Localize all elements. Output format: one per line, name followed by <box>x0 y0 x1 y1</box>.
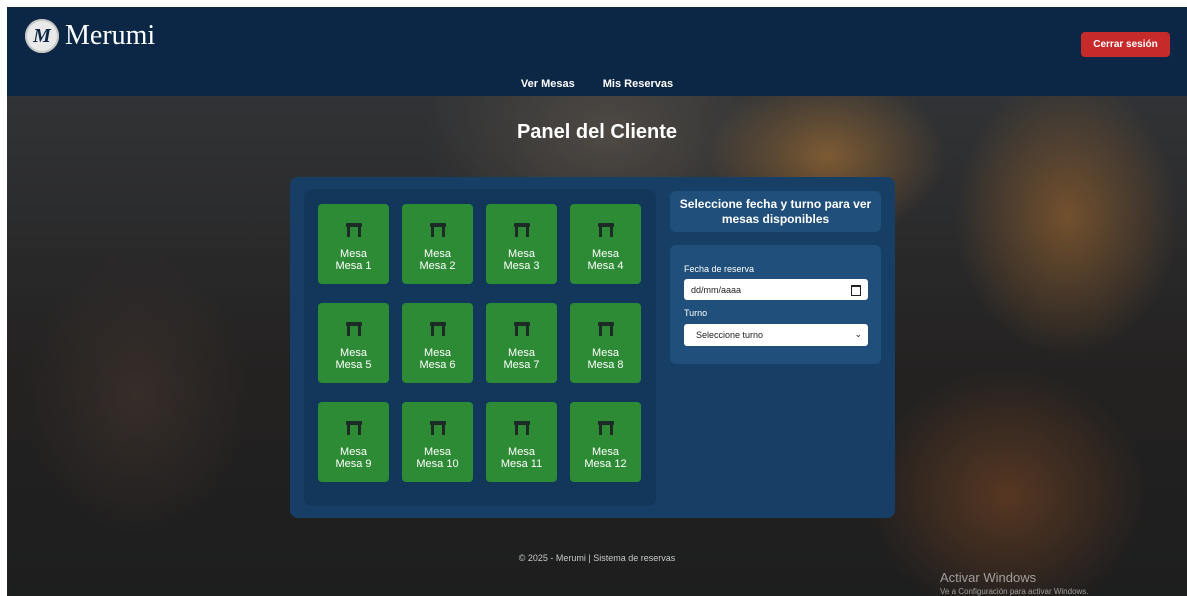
table-type: Mesa <box>340 446 367 458</box>
main-nav: Ver Mesas Mis Reservas <box>7 78 1187 90</box>
table-name: Mesa 9 <box>335 458 372 470</box>
date-placeholder: dd/mm/aaaa <box>691 284 742 295</box>
table-card[interactable]: Mesa Mesa 6 <box>402 303 473 383</box>
table-card[interactable]: Mesa Mesa 4 <box>570 204 641 284</box>
table-type: Mesa <box>592 446 619 458</box>
table-card[interactable]: Mesa Mesa 9 <box>318 402 389 482</box>
date-input[interactable]: dd/mm/aaaa <box>684 279 868 300</box>
table-type: Mesa <box>508 446 535 458</box>
table-name: Mesa 12 <box>584 458 627 470</box>
table-name: Mesa 5 <box>335 359 372 371</box>
table-card[interactable]: Mesa Mesa 1 <box>318 204 389 284</box>
watermark-subtitle: Ve a Configuración para activar Windows. <box>940 587 1089 596</box>
table-type: Mesa <box>508 248 535 260</box>
table-name: Mesa 6 <box>419 359 456 371</box>
table-card[interactable]: Mesa Mesa 12 <box>570 402 641 482</box>
table-chair-icon <box>597 223 614 237</box>
instructions-heading: Seleccione fecha y turno para ver mesas … <box>670 191 881 232</box>
turn-label: Turno <box>684 308 708 318</box>
table-type: Mesa <box>424 347 451 359</box>
table-type: Mesa <box>424 248 451 260</box>
chevron-down-icon: ⌄ <box>854 329 862 339</box>
brand-logo[interactable]: M Merumi <box>25 19 155 53</box>
date-label: Fecha de reserva <box>684 264 755 274</box>
table-type: Mesa <box>340 347 367 359</box>
table-chair-icon <box>429 223 446 237</box>
table-card[interactable]: Mesa Mesa 8 <box>570 303 641 383</box>
table-chair-icon <box>513 223 530 237</box>
table-name: Mesa 2 <box>419 260 456 272</box>
table-chair-icon <box>513 421 530 435</box>
tables-grid: Mesa Mesa 1 Mesa Mesa 2 Mesa Mesa 3 Mesa Mesa 4… <box>304 189 656 506</box>
logo-icon: M <box>25 19 59 53</box>
brand-name: Merumi <box>65 20 156 51</box>
table-chair-icon <box>345 223 362 237</box>
table-card[interactable]: Mesa Mesa 7 <box>486 303 557 383</box>
nav-mis-reservas[interactable]: Mis Reservas <box>603 78 673 90</box>
table-chair-icon <box>429 421 446 435</box>
windows-activation-watermark: Activar Windows Ve a Configuración para … <box>940 570 1089 596</box>
table-type: Mesa <box>508 347 535 359</box>
calendar-icon[interactable] <box>851 285 861 296</box>
table-name: Mesa 11 <box>500 458 543 470</box>
table-name: Mesa 10 <box>416 458 459 470</box>
table-card[interactable]: Mesa Mesa 5 <box>318 303 389 383</box>
table-name: Mesa 3 <box>503 260 540 272</box>
page-title: Panel del Cliente <box>516 121 678 143</box>
table-card[interactable]: Mesa Mesa 3 <box>486 204 557 284</box>
table-name: Mesa 1 <box>335 260 372 272</box>
table-name: Mesa 4 <box>587 260 624 272</box>
footer-text: © 2025 - Merumi | Sistema de reservas <box>518 553 676 563</box>
nav-ver-mesas[interactable]: Ver Mesas <box>521 78 575 90</box>
table-name: Mesa 7 <box>503 359 540 371</box>
table-chair-icon <box>597 421 614 435</box>
table-name: Mesa 8 <box>587 359 624 371</box>
turn-select[interactable]: Seleccione turno ⌄ <box>684 324 868 346</box>
table-type: Mesa <box>424 446 451 458</box>
table-card[interactable]: Mesa Mesa 11 <box>486 402 557 482</box>
logout-button[interactable]: Cerrar sesión <box>1081 32 1170 57</box>
table-type: Mesa <box>592 248 619 260</box>
table-type: Mesa <box>592 347 619 359</box>
app-window: M Merumi Cerrar sesión Ver Mesas Mis Res… <box>7 7 1187 596</box>
table-chair-icon <box>513 322 530 336</box>
turn-selected-value: Seleccione turno <box>696 330 764 340</box>
reservation-panel: Mesa Mesa 1 Mesa Mesa 2 Mesa Mesa 3 Mesa Mesa 4… <box>290 177 895 518</box>
watermark-title: Activar Windows <box>940 570 1037 585</box>
table-type: Mesa <box>340 248 367 260</box>
table-card[interactable]: Mesa Mesa 2 <box>402 204 473 284</box>
table-chair-icon <box>345 322 362 336</box>
table-chair-icon <box>429 322 446 336</box>
top-navbar: M Merumi Cerrar sesión Ver Mesas Mis Res… <box>7 7 1187 96</box>
reservation-form: Fecha de reserva dd/mm/aaaa Turno Selecc… <box>670 245 881 364</box>
table-chair-icon <box>345 421 362 435</box>
table-card[interactable]: Mesa Mesa 10 <box>402 402 473 482</box>
table-chair-icon <box>597 322 614 336</box>
